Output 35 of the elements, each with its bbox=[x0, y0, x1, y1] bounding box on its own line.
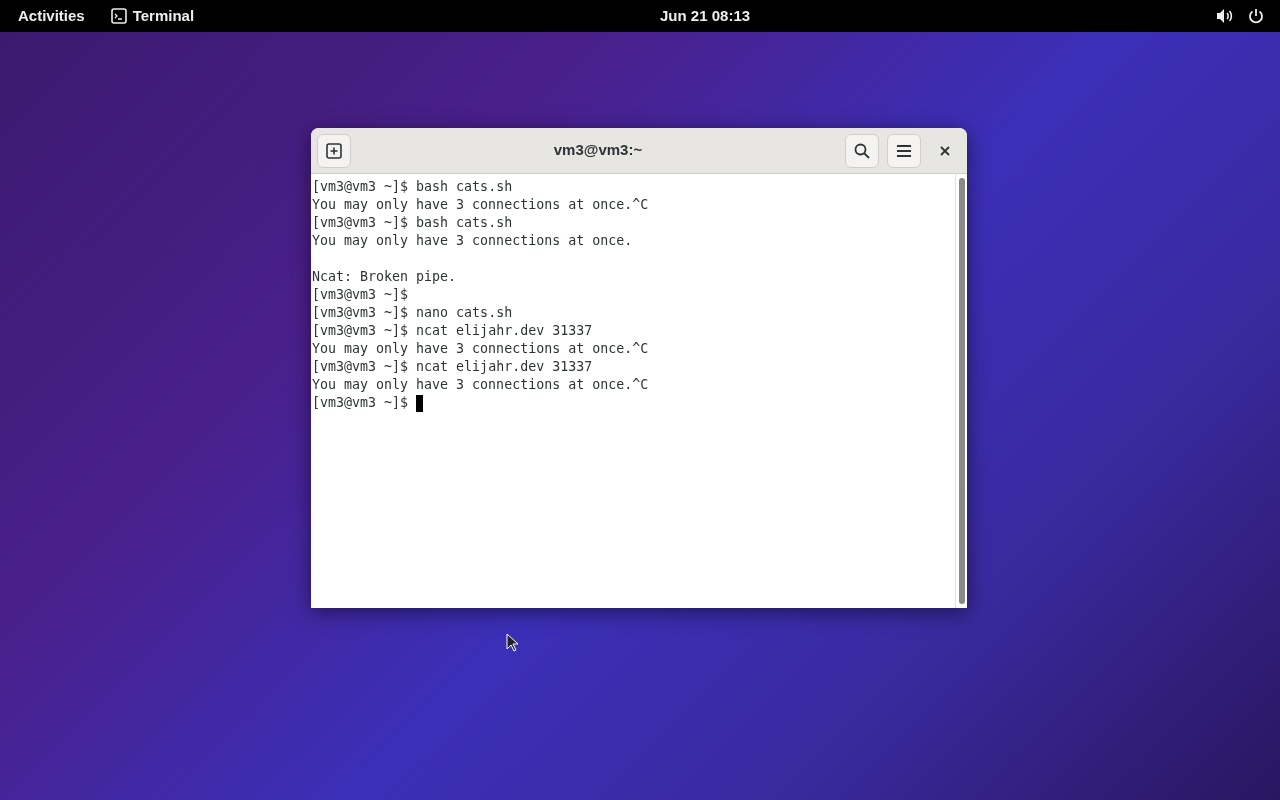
command: ncat elijahr.dev 31337 bbox=[416, 358, 593, 376]
command: ncat elijahr.dev 31337 bbox=[416, 322, 593, 340]
prompt: [vm3@vm3 ~]$ bbox=[312, 286, 409, 304]
prompt: [vm3@vm3 ~]$ bbox=[312, 358, 409, 376]
scrollbar[interactable] bbox=[955, 174, 967, 608]
search-button[interactable] bbox=[845, 133, 879, 168]
plus-box-icon bbox=[326, 142, 342, 159]
search-icon bbox=[854, 142, 870, 159]
prompt: [vm3@vm3 ~]$ bbox=[312, 304, 409, 322]
app-menu[interactable]: Terminal bbox=[110, 2, 195, 30]
command: bash cats.sh bbox=[416, 214, 513, 232]
terminal-icon bbox=[110, 8, 127, 24]
clock[interactable]: Jun 21 08:13 bbox=[652, 2, 759, 30]
prompt: [vm3@vm3 ~]$ bbox=[312, 178, 409, 196]
activities-button[interactable]: Activities bbox=[8, 2, 95, 30]
output-line: You may only have 3 connections at once.^C bbox=[312, 340, 649, 358]
prompt: [vm3@vm3 ~]$ bbox=[312, 322, 409, 340]
power-icon[interactable] bbox=[1248, 8, 1264, 24]
command: bash cats.sh bbox=[416, 178, 513, 196]
text-cursor bbox=[416, 394, 424, 412]
close-icon bbox=[940, 145, 950, 156]
volume-icon[interactable] bbox=[1216, 8, 1234, 24]
app-name: Terminal bbox=[132, 5, 195, 26]
new-tab-button[interactable] bbox=[317, 133, 351, 168]
output-line: You may only have 3 connections at once. bbox=[312, 232, 633, 250]
command: nano cats.sh bbox=[416, 304, 513, 322]
prompt: [vm3@vm3 ~]$ bbox=[312, 214, 409, 232]
prompt: [vm3@vm3 ~]$ bbox=[312, 394, 409, 412]
mouse-pointer-icon bbox=[506, 633, 518, 652]
menu-button[interactable] bbox=[887, 133, 921, 168]
window-title: vm3@vm3:~ bbox=[553, 140, 643, 161]
output-line: You may only have 3 connections at once.^C bbox=[312, 196, 649, 214]
output-line: You may only have 3 connections at once.^C bbox=[312, 376, 649, 394]
output-line: Ncat: Broken pipe. bbox=[312, 268, 457, 286]
menu-icon bbox=[896, 143, 912, 158]
